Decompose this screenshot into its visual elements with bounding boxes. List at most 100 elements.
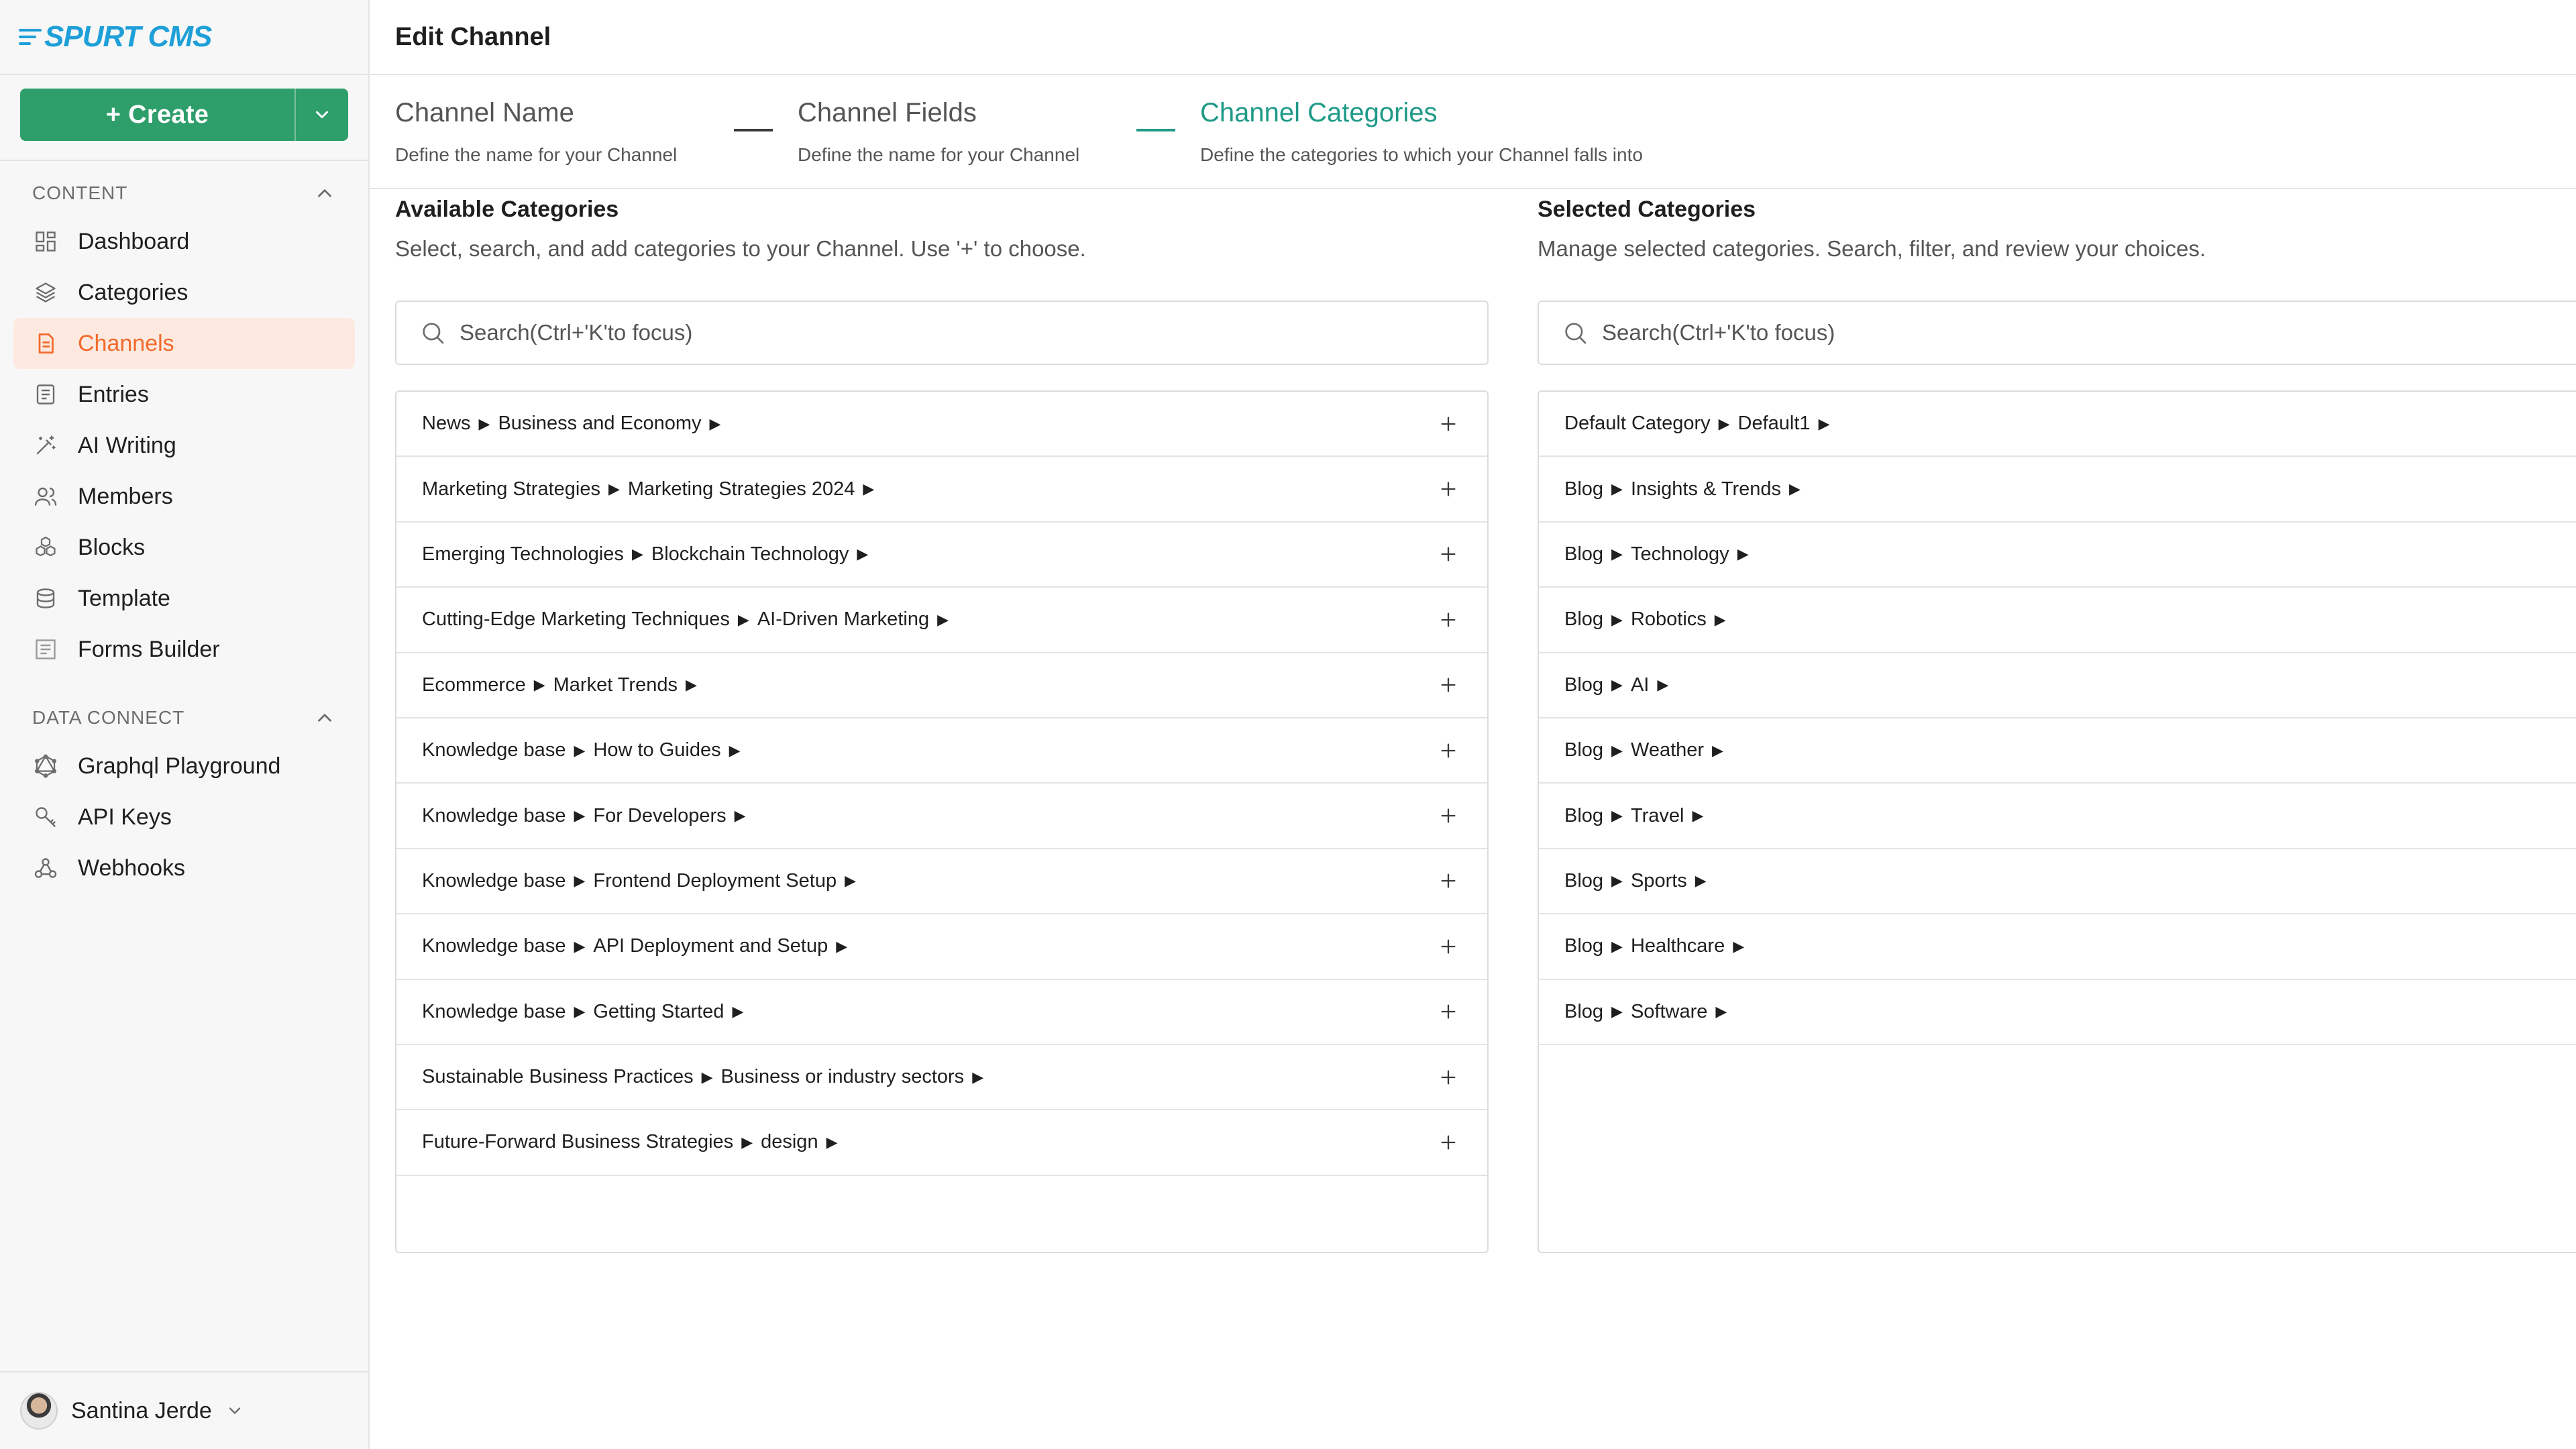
chevron-up-icon[interactable] (313, 706, 336, 729)
category-row[interactable]: Blog ▶ Travel ▶ (1539, 784, 2576, 849)
logo[interactable]: SPURT CMS (19, 20, 212, 54)
sidebar-item-label: Webhooks (78, 855, 186, 881)
step-connector (1136, 129, 1175, 131)
category-row[interactable]: Future-Forward Business Strategies ▶ desig… (396, 1110, 1487, 1176)
caret-right-icon: ▶ (1611, 741, 1623, 759)
plus-icon (1441, 808, 1456, 823)
sidebar-item-webhooks[interactable]: Webhooks (13, 843, 355, 894)
template-icon (32, 585, 59, 612)
category-row[interactable]: Blog ▶ Weather ▶ (1539, 718, 2576, 784)
category-child: Technology (1630, 543, 1729, 565)
chevron-down-icon[interactable] (225, 1401, 244, 1420)
category-row[interactable]: Knowledge base ▶ How to Guides ▶ (396, 718, 1487, 784)
caret-right-icon: ▶ (857, 545, 869, 563)
step-channel-categories[interactable]: Channel Categories Define the categories… (1200, 98, 1643, 166)
create-button[interactable]: + Create (20, 89, 294, 141)
caret-right-icon: ▶ (863, 480, 875, 498)
sidebar-item-ai-writing[interactable]: AI Writing (13, 420, 355, 471)
add-category-button[interactable] (1435, 606, 1462, 633)
category-row[interactable]: Blog ▶ Insights & Trends ▶ (1539, 457, 2576, 523)
sidebar-item-dashboard[interactable]: Dashboard (13, 216, 355, 267)
sidebar-item-graphql-playground[interactable]: Graphql Playground (13, 741, 355, 792)
add-category-button[interactable] (1435, 933, 1462, 960)
category-row[interactable]: Knowledge base ▶ API Deployment and Setup ▶ (396, 914, 1487, 980)
plus-icon (1441, 1135, 1456, 1150)
available-search-input[interactable]: Search(Ctrl+'K'to focus) (395, 301, 1489, 365)
category-row[interactable]: Blog ▶ Robotics ▶ (1539, 588, 2576, 653)
sidebar-item-categories[interactable]: Categories (13, 267, 355, 318)
category-row[interactable]: Sustainable Business Practices ▶ Business … (396, 1045, 1487, 1111)
category-row[interactable]: Default Category ▶ Default1 ▶ (1539, 392, 2576, 458)
category-breadcrumb: Future-Forward Business Strategies ▶ desig… (422, 1131, 838, 1153)
add-category-button[interactable] (1435, 1064, 1462, 1091)
category-row[interactable]: Blog ▶ Healthcare ▶ (1539, 914, 2576, 980)
selected-categories-panel: Selected Categories Manage selected cate… (1538, 189, 2576, 1253)
category-parent: Cutting-Edge Marketing Techniques (422, 608, 730, 631)
category-row[interactable]: Emerging Technologies ▶ Blockchain Technol… (396, 523, 1487, 588)
add-category-button[interactable] (1435, 672, 1462, 698)
category-row[interactable]: Knowledge base ▶ Frontend Deployment Setup… (396, 849, 1487, 915)
create-area: + Create (0, 75, 368, 161)
caret-right-icon: ▶ (701, 1068, 713, 1085)
caret-right-icon: ▶ (1818, 415, 1830, 432)
add-category-button[interactable] (1435, 1129, 1462, 1156)
category-row[interactable]: Marketing Strategies ▶ Marketing Strategie… (396, 457, 1487, 523)
search-icon (423, 323, 444, 344)
plus-icon (1441, 678, 1456, 692)
dashboard-icon (32, 228, 59, 255)
plus-icon (1441, 1004, 1456, 1019)
avatar[interactable] (20, 1392, 58, 1430)
category-parent: Emerging Technologies (422, 543, 624, 565)
add-category-button[interactable] (1435, 802, 1462, 829)
sidebar-item-api-keys[interactable]: API Keys (13, 792, 355, 843)
caret-right-icon: ▶ (1695, 872, 1707, 890)
category-row[interactable]: Blog ▶ Software ▶ (1539, 980, 2576, 1045)
magic-wand-icon (32, 432, 59, 459)
category-breadcrumb: Knowledge base ▶ Frontend Deployment Setup… (422, 870, 856, 892)
category-breadcrumb: Cutting-Edge Marketing Techniques ▶ AI-Dri… (422, 608, 949, 631)
add-category-button[interactable] (1435, 998, 1462, 1025)
caret-right-icon: ▶ (1611, 676, 1623, 694)
category-row[interactable]: News ▶ Business and Economy ▶ (396, 392, 1487, 458)
add-category-button[interactable] (1435, 476, 1462, 502)
sidebar-item-members[interactable]: Members (13, 471, 355, 522)
logo-text: SPURT CMS (44, 20, 212, 53)
sidebar-item-label: Template (78, 585, 170, 611)
chevron-up-icon[interactable] (313, 182, 336, 205)
caret-right-icon: ▶ (1611, 937, 1623, 955)
user-menu[interactable]: Santina Jerde (0, 1371, 368, 1449)
sidebar-item-template[interactable]: Template (13, 573, 355, 624)
caret-right-icon: ▶ (972, 1068, 984, 1085)
add-category-button[interactable] (1435, 737, 1462, 764)
step-channel-fields[interactable]: Channel Fields Define the name for your … (798, 98, 1079, 166)
caret-right-icon: ▶ (574, 937, 586, 955)
category-row[interactable]: Knowledge base ▶ Getting Started ▶ (396, 980, 1487, 1045)
caret-right-icon: ▶ (631, 545, 643, 563)
category-row[interactable]: Cutting-Edge Marketing Techniques ▶ AI-Dri… (396, 588, 1487, 653)
caret-right-icon: ▶ (574, 741, 586, 759)
category-child: Getting Started (593, 1000, 724, 1022)
category-child: Travel (1630, 804, 1684, 826)
sidebar-item-channels[interactable]: Channels (13, 318, 355, 369)
add-category-button[interactable] (1435, 541, 1462, 568)
step-channel-name[interactable]: Channel Name Define the name for your Ch… (395, 98, 677, 166)
caret-right-icon: ▶ (845, 872, 857, 890)
content-section-header[interactable]: CONTENT (0, 174, 368, 212)
category-row[interactable]: Knowledge base ▶ For Developers ▶ (396, 784, 1487, 849)
category-parent: Knowledge base (422, 935, 566, 957)
category-row[interactable]: Blog ▶ Sports ▶ (1539, 849, 2576, 915)
sidebar-item-entries[interactable]: Entries (13, 369, 355, 420)
category-row[interactable]: Ecommerce ▶ Market Trends ▶ (396, 653, 1487, 718)
sidebar-item-blocks[interactable]: Blocks (13, 522, 355, 573)
create-dropdown-button[interactable] (294, 89, 348, 141)
category-row[interactable]: Blog ▶ Technology ▶ (1539, 523, 2576, 588)
panel-subtitle: Select, search, and add categories to yo… (395, 236, 1086, 261)
document-icon (32, 330, 59, 357)
add-category-button[interactable] (1435, 867, 1462, 894)
add-category-button[interactable] (1435, 411, 1462, 437)
sidebar-item-forms-builder[interactable]: Forms Builder (13, 624, 355, 675)
data-connect-section-header[interactable]: DATA CONNECT (0, 699, 368, 737)
category-parent: Marketing Strategies (422, 478, 600, 500)
category-row[interactable]: Blog ▶ AI ▶ (1539, 653, 2576, 718)
selected-search-input[interactable]: Search(Ctrl+'K'to focus) (1538, 301, 2576, 365)
